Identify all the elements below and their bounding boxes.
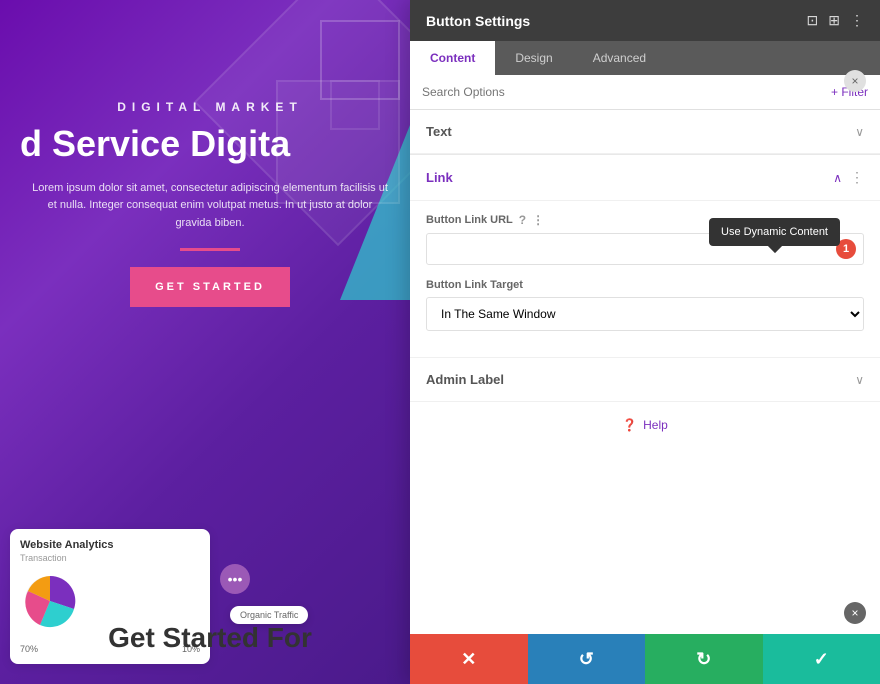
button-link-url-more-icon[interactable]: ⋮ [532, 213, 544, 227]
cancel-button[interactable]: ✕ [410, 634, 528, 684]
bottom-close-button[interactable]: × [844, 602, 866, 624]
action-bar: ✕ ↺ ↻ ✓ [410, 634, 880, 684]
help-link[interactable]: ❓ Help [410, 402, 880, 448]
redo-button[interactable]: ↻ [645, 634, 763, 684]
link-more-icon[interactable]: ⋮ [850, 169, 864, 186]
site-description: Lorem ipsum dolor sit amet, consectetur … [20, 180, 400, 233]
tab-content[interactable]: Content [410, 41, 495, 75]
link-section-header[interactable]: Link ∧ ⋮ [410, 154, 880, 201]
tab-advanced[interactable]: Advanced [573, 41, 666, 75]
bottom-close-icon: × [851, 606, 858, 620]
search-input[interactable] [422, 85, 831, 99]
text-section-header[interactable]: Text ∨ [410, 110, 880, 154]
button-link-target-field: Button Link Target In The Same Window In… [426, 279, 864, 331]
site-divider [180, 248, 240, 251]
button-link-url-help-icon[interactable]: ? [519, 213, 526, 227]
panel-header: Button Settings ⊡ ⊞ ⋮ [410, 0, 880, 41]
link-chevron-up-icon[interactable]: ∧ [833, 171, 842, 185]
text-chevron-down-icon: ∨ [855, 125, 864, 139]
analytics-title: Website Analytics [20, 539, 200, 551]
close-icon: × [851, 74, 858, 88]
link-section-icons: ∧ ⋮ [833, 169, 864, 186]
more-options-icon[interactable]: ⋮ [850, 12, 864, 29]
save-button[interactable]: ✓ [763, 634, 880, 684]
bottom-text: Get Started For [0, 622, 420, 654]
admin-label-title: Admin Label [426, 372, 504, 387]
analytics-sub: Transaction [20, 553, 200, 563]
button-link-target-label: Button Link Target [426, 279, 864, 291]
undo-button[interactable]: ↺ [528, 634, 646, 684]
maximize-icon[interactable]: ⊡ [807, 12, 819, 29]
site-heading: d Service Digita [20, 124, 400, 164]
panel-tabs: Content Design Advanced [410, 41, 880, 75]
panel-close-button[interactable]: × [844, 70, 866, 92]
dynamic-content-tooltip: Use Dynamic Content [709, 218, 840, 246]
admin-label-section-header[interactable]: Admin Label ∨ [410, 358, 880, 402]
text-section-title: Text [426, 124, 452, 139]
settings-panel: Button Settings ⊡ ⊞ ⋮ × Content Design A… [410, 0, 880, 684]
search-bar: + Filter [410, 75, 880, 110]
columns-icon[interactable]: ⊞ [828, 12, 840, 29]
chat-icon: ••• [228, 571, 243, 587]
panel-body: + Filter Text ∨ Link ∧ ⋮ Button Link URL… [410, 75, 880, 634]
button-link-target-select[interactable]: In The Same Window In A New Window [426, 297, 864, 331]
site-tagline: DIGITAL MARKET [20, 100, 400, 114]
chat-bubble[interactable]: ••• [220, 564, 250, 594]
website-preview: DIGITAL MARKET d Service Digita Lorem ip… [0, 0, 420, 684]
panel-title: Button Settings [426, 13, 530, 29]
help-circle-icon: ❓ [622, 418, 637, 432]
panel-header-icons: ⊡ ⊞ ⋮ [807, 12, 864, 29]
deco-rect-2 [330, 80, 380, 130]
tab-design[interactable]: Design [495, 41, 572, 75]
get-started-button[interactable]: GET STARTED [130, 267, 290, 307]
link-section-title: Link [426, 170, 453, 185]
admin-label-chevron-down-icon: ∨ [855, 373, 864, 387]
